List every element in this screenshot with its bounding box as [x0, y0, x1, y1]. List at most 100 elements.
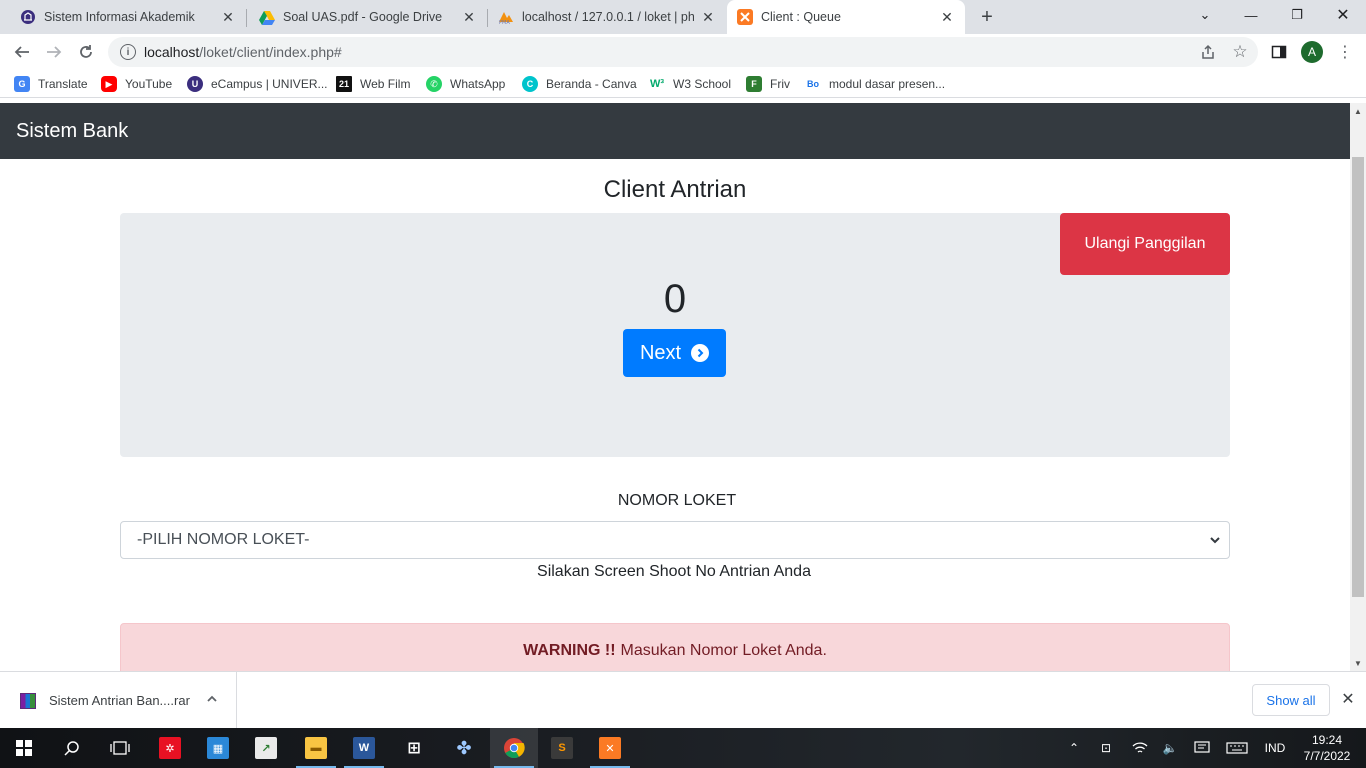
close-icon[interactable]: ✕	[700, 9, 716, 25]
download-item[interactable]: Sistem Antrian Ban....rar	[0, 672, 237, 729]
university-icon: U	[187, 76, 203, 92]
address-bar[interactable]: i localhost/loket/client/index.php#	[108, 37, 1258, 67]
tab-client-queue[interactable]: Client : Queue ✕	[727, 0, 965, 34]
chevron-up-icon[interactable]	[206, 693, 218, 708]
info-icon[interactable]: i	[120, 44, 136, 60]
show-all-button[interactable]: Show all	[1252, 684, 1330, 716]
minimize-button[interactable]: —	[1228, 0, 1274, 30]
loket-select[interactable]: -PILIH NOMOR LOKET-	[120, 521, 1230, 559]
avatar[interactable]: A	[1301, 41, 1323, 63]
restore-button[interactable]: ❐	[1274, 0, 1320, 30]
url-path: /loket/client/index.php#	[199, 44, 342, 60]
windows-start-icon[interactable]	[0, 728, 48, 768]
store-icon[interactable]: ⊞	[390, 728, 438, 768]
whatsapp-icon: ✆	[426, 76, 442, 92]
close-icon[interactable]: ✕	[1339, 690, 1357, 708]
forward-button[interactable]	[40, 38, 68, 66]
university-icon	[20, 9, 36, 25]
bookmark-label: WhatsApp	[450, 77, 506, 91]
page-title: Client Antrian	[603, 176, 747, 203]
bookmark-friv[interactable]: F Friv	[746, 75, 790, 93]
sublime-icon[interactable]: S	[538, 728, 586, 768]
scroll-thumb[interactable]	[1352, 157, 1364, 597]
bookmark-ecampus[interactable]: U eCampus | UNIVER...	[187, 75, 327, 93]
next-button[interactable]: Next	[623, 329, 726, 377]
tab-search-icon[interactable]: ⌄	[1182, 0, 1228, 30]
chevron-up-icon[interactable]: ⌃	[1064, 728, 1084, 768]
app-red-icon[interactable]: ✲	[146, 728, 194, 768]
menu-kebab-icon[interactable]: ⋮	[1335, 42, 1355, 62]
new-tab-button[interactable]: +	[976, 6, 998, 28]
bookmark-label: eCampus | UNIVER...	[211, 77, 328, 91]
control-panel-icon[interactable]: ▦	[194, 728, 242, 768]
share-icon[interactable]	[1198, 42, 1218, 62]
chevron-circle-right-icon	[691, 344, 710, 362]
reload-button[interactable]	[72, 38, 100, 66]
alert-strong: WARNING !!	[523, 642, 616, 659]
bookmark-translate[interactable]: G Translate	[14, 75, 88, 93]
bookmark-star-icon[interactable]: ☆	[1230, 42, 1250, 62]
winrar-icon	[20, 692, 36, 709]
bookmark-web-film[interactable]: 21 Web Film	[336, 75, 410, 93]
screenshot-hint: Silakan Screen Shoot No Antrian Anda	[537, 563, 811, 580]
bookmark-label: modul dasar presen...	[829, 77, 946, 91]
close-icon[interactable]: ✕	[939, 9, 955, 25]
bookmark-label: Translate	[38, 77, 88, 91]
app-brand[interactable]: Sistem Bank	[16, 120, 128, 143]
loket-label: NOMOR LOKET	[617, 492, 737, 509]
back-button[interactable]	[8, 38, 36, 66]
browser-toolbar: i localhost/loket/client/index.php# ☆ A …	[0, 34, 1366, 70]
tab-sistem-informasi[interactable]: Sistem Informasi Akademik ✕	[0, 0, 246, 34]
tab-title: Sistem Informasi Akademik	[44, 10, 195, 24]
tab-title: localhost / 127.0.0.1 / loket | php	[522, 10, 694, 24]
keyboard-icon[interactable]	[1224, 728, 1250, 768]
download-filename: Sistem Antrian Ban....rar	[49, 693, 190, 708]
download-bar: Sistem Antrian Ban....rar Show all ✕	[0, 671, 1366, 729]
bookmark-label: W3 School	[673, 77, 732, 91]
file-explorer-icon[interactable]: ▬	[292, 728, 340, 768]
tab-strip: Sistem Informasi Akademik ✕ Soal UAS.pdf…	[0, 0, 1366, 34]
clock[interactable]: 19:24 7/7/2022	[1296, 732, 1358, 764]
bookmark-whatsapp[interactable]: ✆ WhatsApp	[426, 75, 505, 93]
tab-phpmyadmin[interactable]: PMA localhost / 127.0.0.1 / loket | php …	[488, 0, 726, 34]
chevron-down-icon	[1210, 537, 1220, 544]
queue-panel: Ulangi Panggilan 0 Next	[120, 213, 1230, 457]
notification-icon[interactable]	[1190, 728, 1214, 768]
recall-button[interactable]: Ulangi Panggilan	[1060, 213, 1230, 275]
close-icon[interactable]: ✕	[220, 9, 236, 25]
chrome-icon[interactable]	[490, 728, 538, 768]
bookmark-modul[interactable]: Bo modul dasar presen...	[805, 75, 945, 93]
close-icon[interactable]: ✕	[461, 9, 477, 25]
svg-text:PMA: PMA	[499, 20, 510, 25]
ime-icon[interactable]: ⊡	[1094, 728, 1118, 768]
tab-google-drive[interactable]: Soal UAS.pdf - Google Drive ✕	[247, 0, 487, 34]
tab-title: Soal UAS.pdf - Google Drive	[283, 10, 443, 24]
task-view-icon[interactable]	[96, 728, 144, 768]
arrow-right-icon	[47, 46, 62, 58]
taskbar: ✲ ▦ ↗ ▬ W ⊞ ✤ S ✕ ⌃ ⊡ 🔈 IND 19:24 7/7/20…	[0, 728, 1366, 768]
word-icon[interactable]: W	[340, 728, 388, 768]
bookmark-w3school[interactable]: W³ W3 School	[649, 75, 731, 93]
youtube-icon: ▶	[101, 76, 117, 92]
alert-text: Masukan Nomor Loket Anda.	[620, 642, 827, 659]
close-window-button[interactable]: ✕	[1320, 0, 1366, 30]
language-indicator[interactable]: IND	[1258, 728, 1292, 768]
scroll-down-icon[interactable]: ▼	[1350, 655, 1366, 671]
side-panel-icon[interactable]	[1269, 42, 1289, 62]
volume-icon[interactable]: 🔈	[1158, 728, 1182, 768]
scroll-up-icon[interactable]: ▲	[1350, 103, 1366, 119]
search-icon[interactable]	[48, 728, 96, 768]
xampp-icon[interactable]: ✕	[586, 728, 634, 768]
chart-app-icon[interactable]: ↗	[242, 728, 290, 768]
bookmark-label: Friv	[770, 77, 790, 91]
game-icon[interactable]: ✤	[440, 728, 488, 768]
phpmyadmin-icon: PMA	[498, 9, 514, 25]
warning-alert: WARNING !! Masukan Nomor Loket Anda.	[120, 623, 1230, 671]
bookmark-youtube[interactable]: ▶ YouTube	[101, 75, 172, 93]
wifi-icon[interactable]	[1128, 728, 1152, 768]
google-drive-icon	[259, 9, 275, 25]
page-scrollbar[interactable]: ▲ ▼	[1350, 103, 1366, 671]
page-viewport: Sistem Bank Client Antrian Ulangi Panggi…	[0, 103, 1350, 671]
tab-title: Client : Queue	[761, 10, 841, 24]
bookmark-canva[interactable]: C Beranda - Canva	[522, 75, 637, 93]
